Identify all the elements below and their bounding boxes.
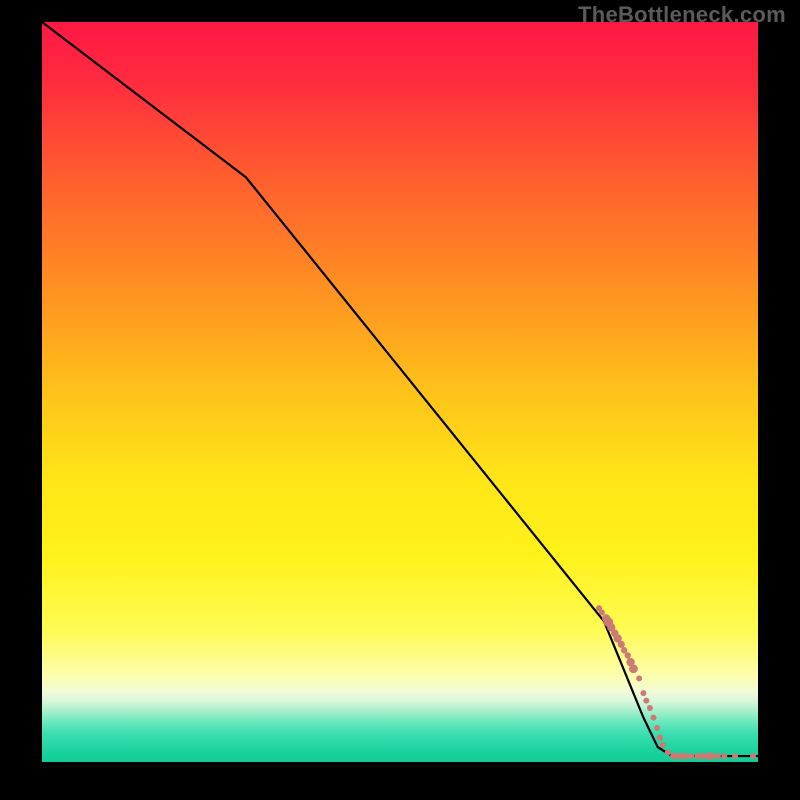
data-point	[660, 742, 666, 748]
chart-svg	[0, 0, 800, 800]
data-point	[721, 753, 727, 759]
data-point	[643, 698, 649, 704]
data-point	[650, 715, 656, 721]
data-point	[732, 753, 738, 759]
data-point	[688, 753, 694, 759]
plot-background	[42, 22, 758, 762]
data-point	[621, 647, 627, 653]
data-point	[654, 725, 660, 731]
data-point	[709, 753, 716, 760]
data-point	[715, 753, 721, 759]
data-point	[640, 690, 646, 696]
data-point	[647, 705, 653, 711]
watermark-text: TheBottleneck.com	[578, 2, 786, 28]
data-point	[636, 675, 642, 681]
data-point	[599, 610, 605, 616]
data-point	[618, 641, 625, 648]
data-point	[624, 652, 630, 658]
data-point	[629, 664, 638, 673]
data-point	[657, 734, 663, 740]
chart-container: TheBottleneck.com	[0, 0, 800, 800]
data-point	[750, 753, 756, 759]
data-point	[665, 749, 671, 755]
